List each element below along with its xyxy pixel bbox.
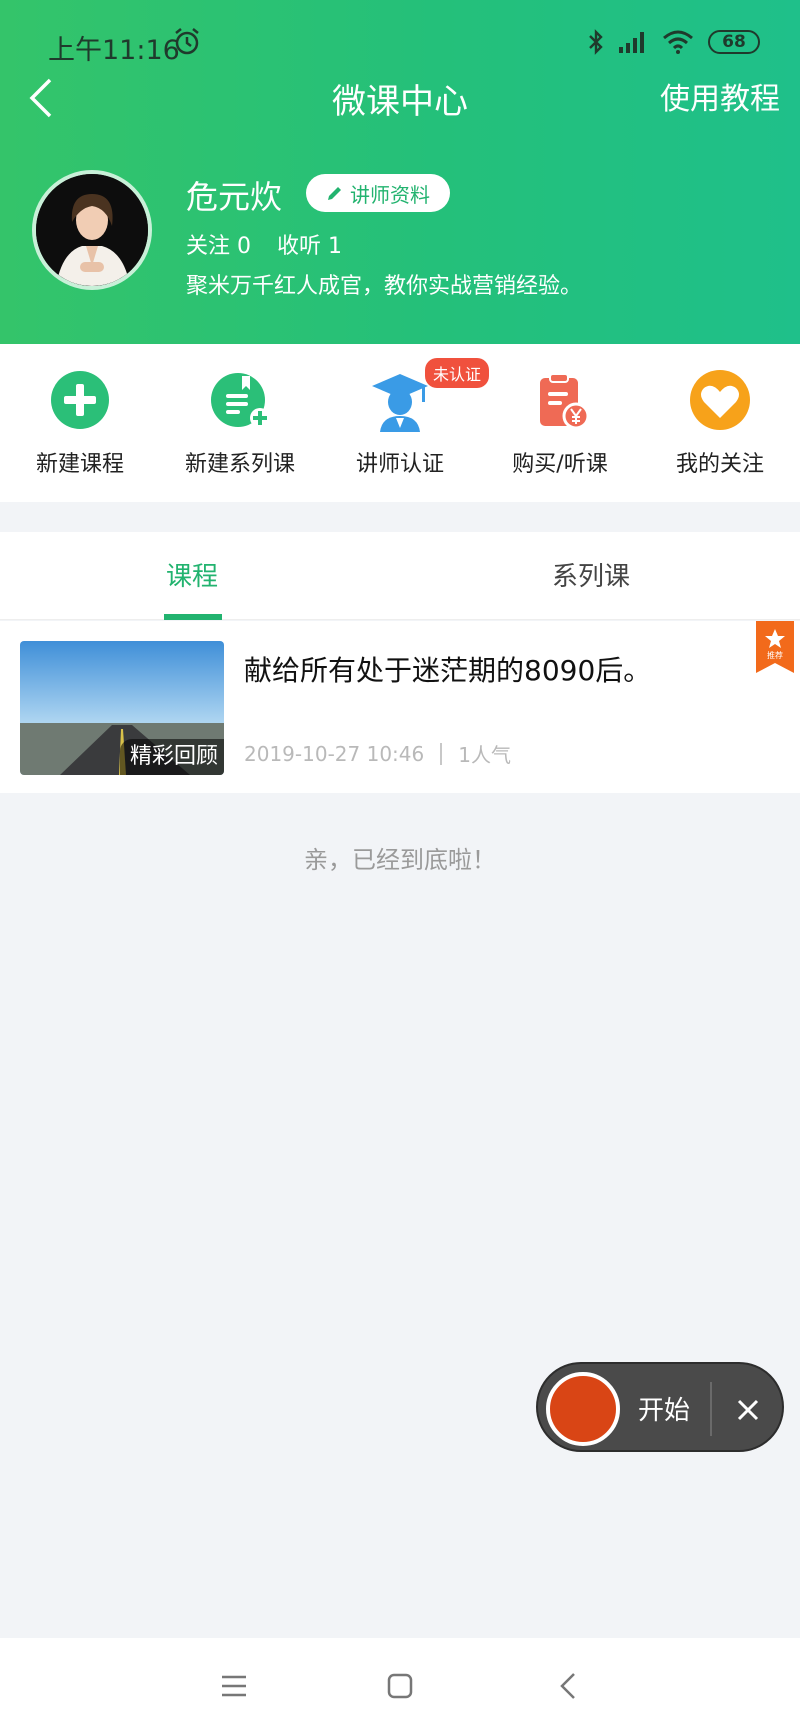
tutorial-link[interactable]: 使用教程	[660, 74, 780, 118]
plus-circle-icon	[51, 371, 109, 429]
follow-stats: 关注 0 收听 1	[186, 228, 342, 260]
course-date: 2019-10-27 10:46	[244, 741, 425, 766]
close-icon[interactable]	[728, 1390, 768, 1430]
course-thumbnail: 精彩回顾	[20, 641, 224, 775]
status-icons: 68	[588, 26, 760, 58]
tab-bar: 课程 系列课	[0, 532, 800, 620]
avatar[interactable]	[32, 170, 152, 290]
tab-series[interactable]: 系列课	[552, 556, 630, 593]
action-label: 新建系列课	[184, 452, 295, 477]
lecturer-profile-button[interactable]: 讲师资料	[306, 174, 450, 212]
ribbon-label: 推荐	[767, 650, 783, 660]
graduate-icon	[372, 374, 428, 432]
meta-divider	[440, 742, 443, 765]
follow-count[interactable]: 关注 0	[186, 228, 251, 260]
bluetooth-icon	[589, 29, 603, 55]
action-label: 新建课程	[35, 452, 124, 477]
menu-icon[interactable]	[214, 1666, 254, 1706]
action-label: 我的关注	[675, 452, 764, 477]
alarm-icon	[175, 28, 199, 55]
lecturer-bio: 聚米万千红人成官，教你实战营销经验。	[186, 274, 583, 299]
start-button[interactable]: 开始	[638, 1390, 690, 1427]
clipboard-yen-icon	[540, 373, 590, 430]
course-meta: 2019-10-27 10:46 1人气	[244, 739, 511, 768]
back-triangle-icon[interactable]	[548, 1666, 588, 1706]
pencil-icon	[328, 187, 341, 200]
action-purchase-listen[interactable]: 购买/听课	[480, 368, 640, 478]
battery-indicator: 68	[708, 30, 760, 54]
heart-icon	[690, 370, 750, 430]
course-title: 献给所有处于迷茫期的8090后。	[244, 654, 652, 687]
tab-course[interactable]: 课程	[166, 556, 218, 593]
course-item[interactable]: 精彩回顾 献给所有处于迷茫期的8090后。 2019-10-27 10:46 1…	[0, 621, 800, 793]
floating-recorder: 开始	[536, 1362, 784, 1452]
action-label: 购买/听课	[512, 452, 608, 477]
new-series-icon	[211, 373, 270, 428]
recorder-divider	[710, 1382, 712, 1436]
star-ribbon-icon: 推荐	[756, 621, 794, 673]
unverified-badge: 未认证	[425, 358, 490, 388]
action-my-follows[interactable]: 我的关注	[640, 368, 800, 478]
action-new-series[interactable]: 新建系列课	[160, 368, 320, 478]
nav-bar: 微课中心 使用教程	[0, 62, 800, 128]
header: 上午11:16 68 微课中心 使用教程 危元炊 讲师资料 关注 0 收听 1 …	[0, 0, 800, 344]
system-nav-bar	[0, 1638, 800, 1733]
course-popularity: 1人气	[458, 743, 511, 767]
avatar-image	[36, 174, 148, 286]
action-new-course[interactable]: 新建课程	[0, 368, 160, 478]
tab-indicator	[164, 614, 222, 620]
recommend-ribbon: 推荐	[756, 621, 794, 673]
signal-icon	[619, 32, 644, 53]
record-button[interactable]	[546, 1372, 620, 1446]
end-of-list-note: 亲，已经到底啦！	[304, 846, 496, 874]
replay-label: 精彩回顾	[119, 739, 224, 775]
home-square-icon[interactable]	[380, 1666, 420, 1706]
lecturer-name: 危元炊	[186, 178, 283, 216]
action-label: 讲师认证	[355, 452, 444, 477]
listen-count[interactable]: 收听 1	[277, 228, 342, 260]
wifi-icon	[663, 30, 693, 54]
quick-actions: 新建课程 新建系列课 讲师认证 购买/听课 我的关注	[0, 344, 800, 502]
lecturer-profile-label: 讲师资料	[350, 182, 430, 207]
